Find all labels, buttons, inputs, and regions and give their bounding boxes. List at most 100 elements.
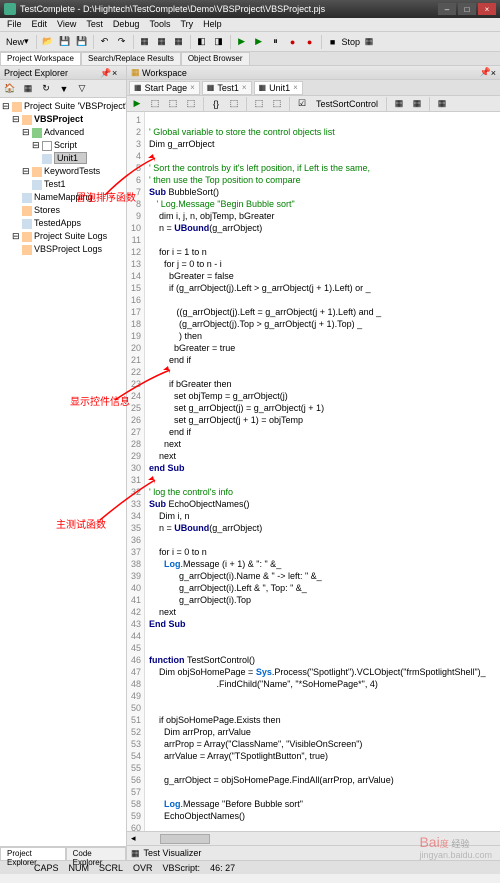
tool-icon[interactable]: ⬚	[147, 96, 163, 112]
filter-icon[interactable]: ▼	[56, 81, 72, 97]
workspace-header: ▦ Workspace 📌 ×	[127, 66, 500, 80]
menu-file[interactable]: File	[2, 18, 27, 31]
close-icon[interactable]: ×	[491, 68, 496, 78]
test-name: TestSortControl	[312, 99, 382, 109]
main-toolbar: New ▾ 📂 💾 💾 ↶ ↷ ▦ ▦ ▦ ◧ ◨ ▶ ▶ ⏸ ● ● ■ St…	[0, 32, 500, 52]
close-icon[interactable]: ×	[112, 68, 122, 78]
save-icon[interactable]: 💾	[57, 34, 73, 50]
tree-test1[interactable]: Test1	[44, 179, 66, 189]
status-num: NUM	[69, 863, 90, 873]
tree-project[interactable]: VBSProject	[34, 114, 83, 124]
save-all-icon[interactable]: 💾	[74, 34, 90, 50]
window-title: TestComplete - D:\Hightech\TestComplete\…	[20, 4, 438, 14]
pin-icon[interactable]: 📌	[100, 68, 110, 78]
redo-icon[interactable]: ↷	[114, 34, 130, 50]
tool-icon[interactable]: ▦	[434, 96, 450, 112]
project-explorer-title: Project Explorer	[4, 68, 68, 78]
tool-icon[interactable]: ◧	[194, 34, 210, 50]
record-icon[interactable]: ●	[302, 34, 318, 50]
undo-icon[interactable]: ↶	[97, 34, 113, 50]
menu-tools[interactable]: Tools	[144, 18, 175, 31]
tool-icon[interactable]: ▦	[361, 34, 377, 50]
open-icon[interactable]: 📂	[40, 34, 56, 50]
tool-icon[interactable]: ◨	[211, 34, 227, 50]
file-tabs: ▦ Start Page × ▦ Test1 × ▦ Unit1 ×	[127, 80, 500, 96]
project-explorer-toolbar: 🏠 ▦ ↻ ▼ ▽	[0, 80, 126, 98]
tab-start-page[interactable]: ▦ Start Page ×	[129, 81, 200, 95]
menu-try[interactable]: Try	[175, 18, 198, 31]
status-lang: VBScript:	[163, 863, 201, 873]
close-icon[interactable]: ×	[293, 83, 298, 92]
tool-icon[interactable]: ⬚	[269, 96, 285, 112]
record-icon[interactable]: ●	[285, 34, 301, 50]
tool-icon[interactable]: ▦	[137, 34, 153, 50]
menu-edit[interactable]: Edit	[27, 18, 53, 31]
pin-icon[interactable]: 📌	[480, 67, 491, 78]
tab-object-browser[interactable]: Object Browser	[181, 52, 250, 65]
project-tree[interactable]: ⊟ Project Suite 'VBSProject' (1 project)…	[0, 98, 126, 846]
tree-tested[interactable]: TestedApps	[34, 218, 81, 228]
tree-logs[interactable]: Project Suite Logs	[34, 231, 107, 241]
status-bar: CAPS NUM SCRL OVR VBScript: 46: 27	[0, 860, 500, 874]
run-icon[interactable]: ▶	[234, 34, 250, 50]
maximize-button[interactable]: □	[458, 3, 476, 15]
close-button[interactable]: ×	[478, 3, 496, 15]
filter-icon[interactable]: ▽	[74, 81, 90, 97]
tool-icon[interactable]: ▦	[391, 96, 407, 112]
code-editor[interactable]: 1234567891011121314151617181920212223242…	[127, 112, 500, 831]
tab-code-explorer[interactable]: Code Explorer	[66, 847, 126, 860]
tool-icon[interactable]: ▦	[154, 34, 170, 50]
menu-view[interactable]: View	[52, 18, 81, 31]
tool-icon[interactable]: {}	[208, 96, 224, 112]
close-icon[interactable]: ×	[242, 83, 247, 92]
line-gutter: 1234567891011121314151617181920212223242…	[127, 112, 145, 831]
stop-label: Stop	[342, 37, 361, 47]
minimize-button[interactable]: –	[438, 3, 456, 15]
tab-search-replace[interactable]: Search/Replace Results	[81, 52, 181, 65]
refresh-icon[interactable]: ↻	[38, 81, 54, 97]
tool-icon[interactable]: ⬚	[183, 96, 199, 112]
new-button[interactable]: New ▾	[2, 36, 33, 47]
tree-root[interactable]: Project Suite 'VBSProject' (1 project)	[24, 101, 126, 111]
tree-advanced[interactable]: Advanced	[44, 127, 84, 137]
menu-test[interactable]: Test	[81, 18, 108, 31]
run-icon[interactable]: ▶	[129, 96, 145, 112]
tab-test1[interactable]: ▦ Test1 ×	[202, 81, 252, 95]
stop-icon[interactable]: ■	[325, 34, 341, 50]
tool-icon[interactable]: ▦	[171, 34, 187, 50]
tool-icon[interactable]: ▦	[20, 81, 36, 97]
status-scrl: SCRL	[99, 863, 123, 873]
tab-project-explorer[interactable]: Project Explorer	[0, 847, 66, 860]
tree-namemap[interactable]: NameMapping	[34, 192, 93, 202]
project-explorer-panel: Project Explorer 📌 × 🏠 ▦ ↻ ▼ ▽ ⊟ Project…	[0, 66, 127, 860]
tree-unit1[interactable]: Unit1	[54, 152, 87, 164]
tool-icon[interactable]: 🏠	[2, 81, 18, 97]
checkbox-icon[interactable]: ☑	[294, 96, 310, 112]
tool-icon[interactable]: ⬚	[251, 96, 267, 112]
sidebar-bottom-tabs: Project Explorer Code Explorer	[0, 846, 126, 860]
editor-toolbar: ▶ ⬚ ⬚ ⬚ {} ⬚ ⬚ ⬚ ☑ TestSortControl ▦ ▦ ▦	[127, 96, 500, 112]
status-ovr: OVR	[133, 863, 153, 873]
status-caps: CAPS	[34, 863, 59, 873]
tab-project-workspace[interactable]: Project Workspace	[0, 52, 81, 65]
watermark-url: jingyan.baidu.com	[419, 850, 492, 860]
tool-icon[interactable]: ⬚	[165, 96, 181, 112]
tree-stores[interactable]: Stores	[34, 205, 60, 215]
tool-icon[interactable]: ⬚	[226, 96, 242, 112]
menu-help[interactable]: Help	[198, 18, 227, 31]
tree-vbslogs[interactable]: VBSProject Logs	[34, 244, 102, 254]
app-icon	[4, 3, 16, 15]
menu-debug[interactable]: Debug	[108, 18, 145, 31]
tool-icon[interactable]: ▦	[409, 96, 425, 112]
visualizer-title: Test Visualizer	[144, 848, 202, 858]
tree-keyword[interactable]: KeywordTests	[44, 166, 100, 176]
close-icon[interactable]: ×	[190, 83, 195, 92]
run-icon[interactable]: ▶	[251, 34, 267, 50]
tree-script[interactable]: Script	[54, 140, 77, 150]
menubar: File Edit View Test Debug Tools Try Help	[0, 18, 500, 32]
scroll-thumb[interactable]	[160, 834, 210, 844]
pause-icon[interactable]: ⏸	[268, 34, 284, 50]
code-content[interactable]: ' Global variable to store the control o…	[145, 112, 500, 831]
watermark: Bai度 Baidu 经验经验 jingyan.baidu.com	[419, 834, 492, 861]
tab-unit1[interactable]: ▦ Unit1 ×	[254, 81, 303, 95]
